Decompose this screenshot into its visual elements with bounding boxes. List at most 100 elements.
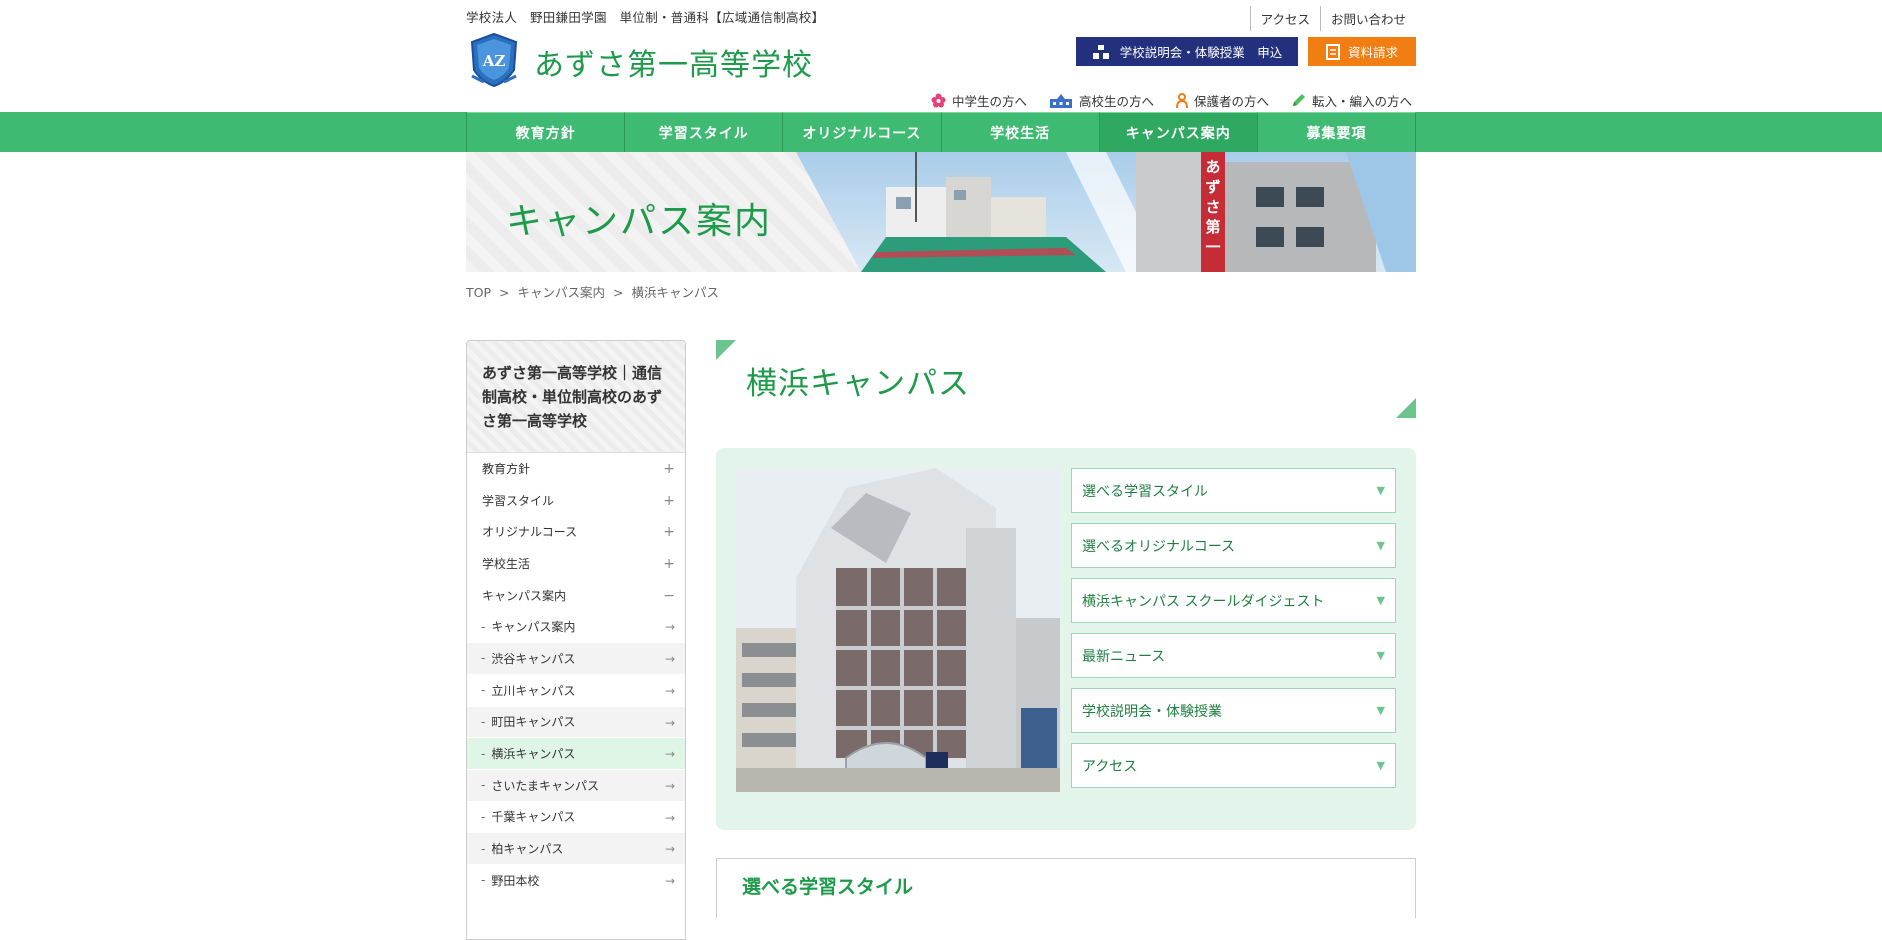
campus-accordion: 選べる学習スタイル ▼ 選べるオリジナルコース ▼ 横浜キャンパス スクールダイ…	[1071, 468, 1396, 798]
hero-banner: あ ず さ 第 一 キャンパス案内	[466, 152, 1416, 272]
audience-link-label: 保護者の方へ	[1193, 94, 1269, 109]
pencil-icon	[1292, 94, 1305, 106]
school-name-logo[interactable]: あずさ第一高等学校	[534, 40, 813, 84]
accordion-item-label: アクセス	[1082, 758, 1138, 775]
accordion-item-latest-news[interactable]: 最新ニュース ▼	[1071, 633, 1396, 678]
page-title-box: 横浜キャンパス	[716, 340, 1416, 418]
flower-icon	[931, 93, 946, 108]
triangle-down-icon: ▼	[1376, 704, 1385, 717]
svg-text:さ: さ	[1205, 198, 1220, 216]
audience-link-parents[interactable]: 保護者の方へ	[1175, 91, 1269, 110]
audience-link-label: 高校生の方へ	[1078, 94, 1154, 109]
sidebar: あずさ第一高等学校｜通信制高校・単位制高校のあずさ第一高等学校 教育方針 + 学…	[466, 340, 686, 940]
svg-text:ず: ず	[1205, 178, 1220, 196]
accordion-item-original-course[interactable]: 選べるオリジナルコース ▼	[1071, 523, 1396, 568]
sidebar-subitem-machida[interactable]: - 町田キャンパス →	[467, 706, 685, 739]
nav-item-admissions[interactable]: 募集要項	[1257, 112, 1417, 152]
accordion-item-label: 横浜キャンパス スクールダイジェスト	[1082, 593, 1325, 610]
arrow-right-icon: →	[664, 873, 675, 888]
svg-text:AZ: AZ	[482, 52, 506, 70]
sidebar-subitem-chiba[interactable]: - 千葉キャンパス →	[467, 801, 685, 834]
accordion-item-seminar[interactable]: 学校説明会・体験授業 ▼	[1071, 688, 1396, 733]
section-title: 選べる学習スタイル	[742, 876, 914, 898]
people-icon	[1092, 44, 1109, 59]
triangle-down-icon: ▼	[1376, 539, 1385, 552]
accordion-item-label: 選べる学習スタイル	[1082, 483, 1208, 500]
document-icon	[1325, 43, 1340, 60]
sidebar-subitem-campus-guide[interactable]: - キャンパス案内 →	[467, 611, 685, 644]
utility-links: アクセス お問い合わせ	[1249, 6, 1416, 31]
sidebar-subitem-label: 野田本校	[491, 873, 540, 888]
access-link[interactable]: アクセス	[1249, 6, 1320, 31]
sidebar-subitem-shibuya[interactable]: - 渋谷キャンパス →	[467, 643, 685, 675]
sidebar-item-label: 学習スタイル	[482, 493, 555, 508]
sidebar-item-original-course[interactable]: オリジナルコース +	[467, 516, 685, 549]
sidebar-subitem-saitama[interactable]: - さいたまキャンパス →	[467, 769, 685, 802]
audience-link-high-school[interactable]: 高校生の方へ	[1049, 91, 1154, 110]
expand-plus-icon: +	[663, 524, 675, 541]
campus-overview-panel: 選べる学習スタイル ▼ 選べるオリジナルコース ▼ 横浜キャンパス スクールダイ…	[716, 448, 1416, 830]
sidebar-subitem-noda[interactable]: - 野田本校 →	[467, 864, 685, 897]
sidebar-subitem-label: さいたまキャンパス	[491, 778, 599, 793]
arrow-right-icon: →	[664, 810, 675, 825]
sidebar-subitem-label: 町田キャンパス	[491, 715, 576, 730]
document-request-label: 資料請求	[1347, 45, 1398, 60]
breadcrumb-current: 横浜キャンパス	[631, 285, 719, 300]
breadcrumb-campus-guide[interactable]: キャンパス案内	[517, 285, 605, 300]
sidebar-subitem-label: 柏キャンパス	[491, 842, 564, 857]
sidebar-subitem-label: 立川キャンパス	[491, 683, 576, 698]
sidebar-heading[interactable]: あずさ第一高等学校｜通信制高校・単位制高校のあずさ第一高等学校	[467, 341, 685, 453]
sidebar-subitem-yokohama[interactable]: - 横浜キャンパス →	[467, 738, 685, 770]
sidebar-subitem-label: キャンパス案内	[491, 620, 576, 635]
svg-text:第: 第	[1205, 218, 1220, 236]
sidebar-item-campus-guide[interactable]: キャンパス案内 −	[467, 580, 685, 612]
nav-item-learning-style[interactable]: 学習スタイル	[625, 112, 784, 152]
document-request-button[interactable]: 資料請求	[1308, 37, 1416, 66]
svg-text:あ: あ	[1205, 158, 1220, 176]
school-building-icon	[1049, 93, 1072, 108]
accordion-item-access[interactable]: アクセス ▼	[1071, 743, 1396, 788]
sidebar-subitem-kashiwa[interactable]: - 柏キャンパス →	[467, 833, 685, 865]
accordion-item-label: 学校説明会・体験授業	[1082, 703, 1222, 720]
sidebar-item-label: オリジナルコース	[482, 525, 578, 540]
sidebar-subitem-label: 渋谷キャンパス	[491, 651, 576, 666]
triangle-down-icon: ▼	[1376, 594, 1385, 607]
hero-title: キャンパス案内	[506, 201, 773, 242]
audience-link-transfer[interactable]: 転入・編入の方へ	[1291, 91, 1412, 110]
corner-triangle-decoration	[716, 340, 736, 360]
audience-link-label: 転入・編入の方へ	[1311, 94, 1412, 109]
audience-link-junior-high[interactable]: 中学生の方へ	[931, 91, 1027, 110]
arrow-right-icon: →	[664, 778, 675, 793]
nav-item-policy[interactable]: 教育方針	[467, 112, 626, 152]
corner-triangle-decoration	[1396, 398, 1416, 418]
sidebar-item-label: 学校生活	[482, 556, 531, 571]
arrow-right-icon: →	[664, 747, 675, 762]
nav-item-original-course[interactable]: オリジナルコース	[783, 112, 942, 152]
accordion-item-school-digest[interactable]: 横浜キャンパス スクールダイジェスト ▼	[1071, 578, 1396, 623]
arrow-right-icon: →	[664, 842, 675, 857]
arrow-right-icon: →	[664, 652, 675, 667]
site-header: 学校法人 野田鎌田学園 単位制・普通科【広域通信制高校】 AZ あずさ第一高等学…	[466, 0, 1416, 112]
sidebar-item-school-life[interactable]: 学校生活 +	[467, 548, 685, 580]
svg-text:一: 一	[1205, 238, 1220, 256]
expand-plus-icon: +	[663, 461, 675, 477]
arrow-right-icon: →	[664, 683, 675, 698]
accordion-item-learning-style[interactable]: 選べる学習スタイル ▼	[1071, 468, 1396, 513]
global-nav: 教育方針 学習スタイル オリジナルコース 学校生活 キャンパス案内 募集要項	[466, 112, 1417, 152]
nav-item-school-life[interactable]: 学校生活	[941, 112, 1100, 152]
sidebar-subitem-label: 横浜キャンパス	[491, 747, 576, 762]
arrow-right-icon: →	[664, 715, 675, 730]
sidebar-submenu: - キャンパス案内 → - 渋谷キャンパス → - 立川キャンパス → - 町田キャンパ…	[467, 611, 685, 897]
sidebar-subitem-tachikawa[interactable]: - 立川キャンパス →	[467, 674, 685, 707]
school-emblem-icon[interactable]: AZ	[466, 32, 522, 88]
breadcrumb-separator: >	[499, 285, 510, 300]
breadcrumb: TOP > キャンパス案内 > 横浜キャンパス	[466, 282, 723, 301]
breadcrumb-top[interactable]: TOP	[466, 285, 491, 300]
sidebar-item-learning-style[interactable]: 学習スタイル +	[467, 485, 685, 517]
nav-item-campus-guide[interactable]: キャンパス案内	[1099, 112, 1258, 152]
seminar-apply-button[interactable]: 学校説明会・体験授業 申込	[1076, 37, 1298, 66]
sidebar-item-label: 教育方針	[482, 461, 531, 476]
sidebar-item-policy[interactable]: 教育方針 +	[467, 453, 685, 485]
contact-link[interactable]: お問い合わせ	[1319, 6, 1416, 31]
accordion-item-label: 選べるオリジナルコース	[1082, 538, 1236, 555]
